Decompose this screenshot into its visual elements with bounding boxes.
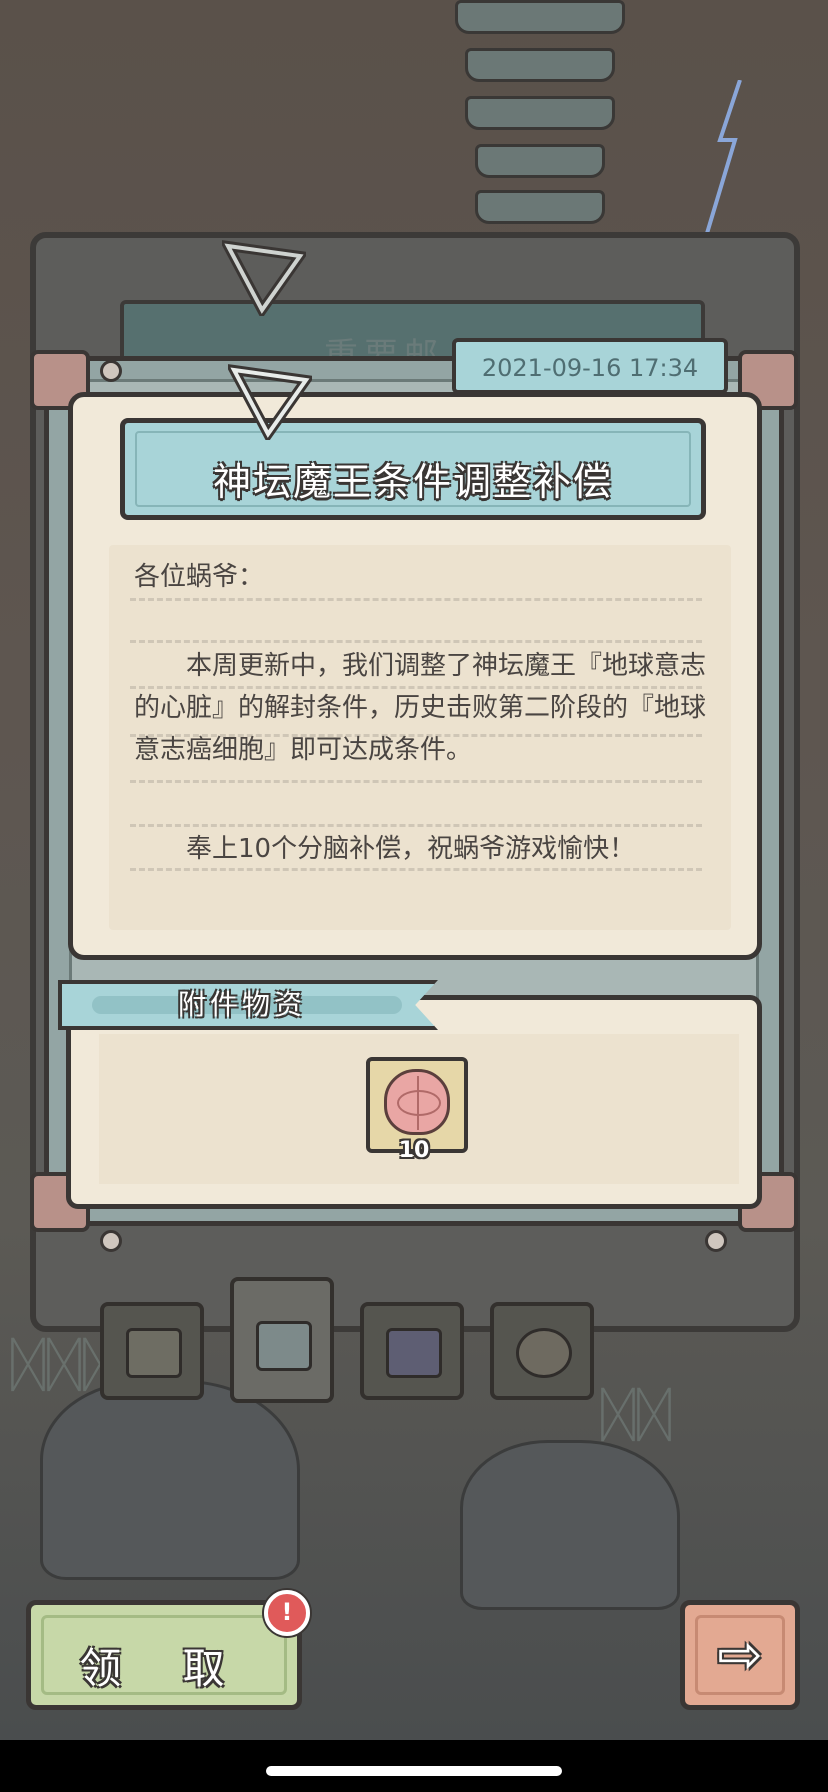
- lightning-illustration: [703, 80, 742, 240]
- home-indicator[interactable]: [266, 1766, 562, 1776]
- mail-title-banner: 神坛魔王条件调整补偿: [120, 418, 706, 520]
- pagoda-illustration: [455, 0, 625, 240]
- ruled-line: [130, 598, 702, 601]
- frame-bolt: [100, 360, 122, 382]
- mail-date: 2021-09-16 17:34: [481, 354, 699, 382]
- triangle-logo-icon: [228, 364, 312, 440]
- next-button[interactable]: ⇨: [680, 1600, 800, 1710]
- character-icon: [516, 1328, 572, 1378]
- arrow-right-icon: ⇨: [717, 1623, 763, 1686]
- frame-bolt: [100, 1230, 122, 1252]
- brain-icon: [384, 1069, 450, 1135]
- mail-paragraph: 奉上10个分脑补偿，祝蜗爷游戏愉快！: [134, 834, 636, 864]
- alert-badge-text: !: [281, 1598, 293, 1626]
- claim-button-label: 领 取: [79, 1644, 249, 1693]
- mail-greeting: 各位蜗爷：: [134, 562, 265, 592]
- triangle-logo-icon: [222, 240, 306, 316]
- frame-bolt: [705, 1230, 727, 1252]
- claim-button[interactable]: 领 取: [26, 1600, 302, 1710]
- grass-illustration: ᛞᛞ: [600, 1380, 672, 1450]
- item-quantity: 10: [398, 1138, 430, 1163]
- mail-date-tab: 2021-09-16 17:34: [452, 338, 728, 394]
- tab-signboard[interactable]: [360, 1302, 464, 1400]
- rock-illustration: [460, 1440, 680, 1610]
- mail-paragraph: 本周更新中，我们调整了神坛魔王『地球意志的心脏』的解封条件，历史击败第二阶段的『…: [134, 651, 707, 765]
- tab-envelope[interactable]: [100, 1302, 204, 1400]
- tab-snail-mail[interactable]: [230, 1277, 334, 1403]
- ruled-line: [130, 780, 702, 783]
- envelope-icon: [126, 1328, 182, 1378]
- mail-title: 神坛魔王条件调整补偿: [212, 460, 613, 504]
- snail-mail-icon: [256, 1321, 312, 1371]
- ruled-line: [130, 824, 702, 827]
- rock-illustration: [40, 1380, 300, 1580]
- ruled-line: [130, 640, 702, 643]
- signboard-icon: [386, 1328, 442, 1378]
- tab-character[interactable]: [490, 1302, 594, 1400]
- alert-badge-icon: !: [264, 1590, 310, 1636]
- attachment-label: 附件物资: [178, 988, 307, 1021]
